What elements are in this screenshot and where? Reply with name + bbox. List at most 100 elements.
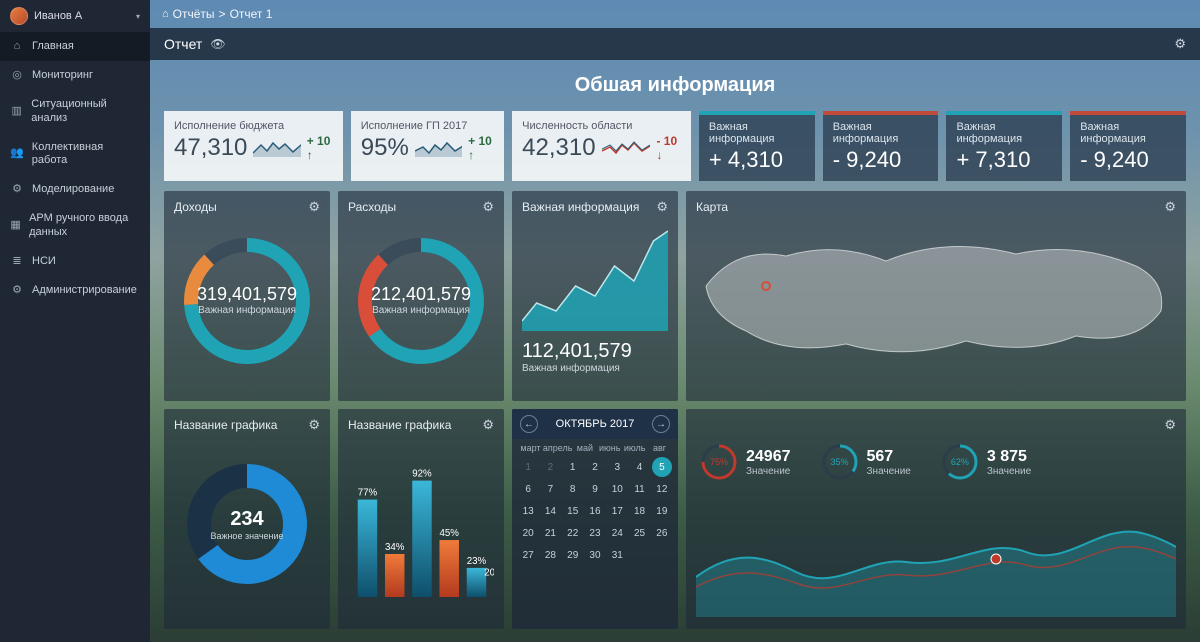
home-icon[interactable]: ⌂ (162, 8, 169, 20)
infocard-value: + 7,310 (956, 147, 1052, 173)
kpi-value: 95% (361, 134, 409, 162)
cal-month-label[interactable]: июль (622, 443, 647, 453)
grid-icon: ▦ (10, 219, 21, 232)
cal-day[interactable]: 8 (563, 479, 583, 499)
cal-day[interactable]: 3 (607, 457, 627, 477)
kpi-pop[interactable]: Численность области 42,310 - 10 ↓ (512, 111, 691, 181)
crumb-current: Отчет 1 (230, 7, 273, 21)
cal-day[interactable]: 2 (585, 457, 605, 477)
user-name: Иванов А (34, 10, 130, 22)
kpi-budget[interactable]: Исполнение бюджета 47,310 + 10 ↑ (164, 111, 343, 181)
cal-day[interactable]: 16 (585, 501, 605, 521)
cal-day[interactable]: 5 (652, 457, 672, 477)
cal-month-label[interactable]: июнь (597, 443, 622, 453)
crumb-root[interactable]: Отчёты (173, 7, 215, 21)
cal-day[interactable]: 13 (518, 501, 538, 521)
cal-day[interactable]: 14 (540, 501, 560, 521)
cal-next[interactable]: → (652, 415, 670, 433)
cal-day[interactable]: 17 (607, 501, 627, 521)
nav-modeling[interactable]: ⚙ Моделирование (0, 175, 150, 204)
nav-arm[interactable]: ▦ АРМ ручного ввода данных (0, 204, 150, 246)
nav-label: Мониторинг (32, 69, 93, 82)
cal-month-label[interactable]: май (572, 443, 597, 453)
kpi-gp[interactable]: Исполнение ГП 2017 95% + 10 ↑ (351, 111, 504, 181)
nav-label: Коллективная работа (32, 141, 140, 167)
cal-day[interactable]: 18 (629, 501, 649, 521)
card-title: Карта (696, 200, 728, 214)
cal-day[interactable]: 6 (518, 479, 538, 499)
cal-day[interactable]: 20 (518, 523, 538, 543)
gear-icon[interactable]: ⚙ (656, 199, 668, 215)
cal-day[interactable]: 25 (629, 523, 649, 543)
svg-text:23%: 23% (467, 556, 487, 567)
nav-label: Моделирование (32, 183, 114, 196)
cal-day[interactable]: 31 (607, 545, 627, 565)
gear-icon[interactable]: ⚙ (1164, 417, 1176, 433)
cal-day[interactable]: 2 (540, 457, 560, 477)
cal-month-label[interactable]: апрель (543, 443, 573, 453)
infocard-3[interactable]: Важная информация+ 7,310 (946, 111, 1062, 181)
nav-sitanalysis[interactable]: ▥Ситуационный анализ (0, 90, 150, 132)
cal-day[interactable]: 19 (652, 501, 672, 521)
nav-collab[interactable]: 👥Коллективная работа (0, 133, 150, 175)
cal-day[interactable]: 1 (563, 457, 583, 477)
gear-icon: ⚙ (10, 183, 24, 196)
infocard-value: - 9,240 (1080, 147, 1176, 173)
cal-day[interactable]: 11 (629, 479, 649, 499)
cal-month-label[interactable]: авг (647, 443, 672, 453)
nav-monitoring[interactable]: ◎ Мониторинг (0, 61, 150, 90)
cal-day[interactable]: 10 (607, 479, 627, 499)
donut-sub: Важная информация (197, 305, 297, 316)
calendar-grid[interactable]: 1212345678910111213141516171819202122232… (512, 455, 678, 571)
cal-day[interactable]: 15 (563, 501, 583, 521)
cal-day[interactable]: 30 (585, 545, 605, 565)
crumb-sep: > (219, 7, 226, 21)
cal-day[interactable]: 26 (652, 523, 672, 543)
cal-day[interactable]: 4 (629, 457, 649, 477)
infocard-1[interactable]: Важная информация+ 4,310 (699, 111, 815, 181)
nav-label: АРМ ручного ввода данных (29, 212, 140, 238)
gear-icon[interactable]: ⚙ (1164, 199, 1176, 215)
cal-day[interactable]: 1 (518, 457, 538, 477)
card-expense: Расходы⚙ 212,401,579Важная информация (338, 191, 504, 401)
nav-admin[interactable]: ⚙Администрирование (0, 276, 150, 305)
cal-day[interactable]: 21 (540, 523, 560, 543)
svg-text:77%: 77% (358, 488, 378, 499)
cal-day[interactable]: 7 (540, 479, 560, 499)
gear-icon[interactable]: ⚙ (1174, 36, 1186, 52)
gear-icon[interactable]: ⚙ (482, 417, 494, 433)
map[interactable] (696, 221, 1176, 381)
gear-icon[interactable]: ⚙ (308, 417, 320, 433)
cal-day[interactable]: 12 (652, 479, 672, 499)
infocard-4[interactable]: Важная информация- 9,240 (1070, 111, 1186, 181)
cal-day[interactable]: 29 (563, 545, 583, 565)
cal-day[interactable]: 22 (563, 523, 583, 543)
eye-icon[interactable]: 👁 (210, 37, 225, 51)
nav-nsi[interactable]: ≣НСИ (0, 247, 150, 276)
main: ⌂ Отчёты > Отчет 1 Отчет 👁 ⚙ Обшая инфор… (150, 0, 1200, 642)
sidebar: Иванов А ▾ ⌂Главная ◎ Мониторинг ▥Ситуаци… (0, 0, 150, 642)
card-title: Важная информация (522, 200, 639, 214)
gear-icon[interactable]: ⚙ (308, 199, 320, 215)
cal-day[interactable]: 23 (585, 523, 605, 543)
chart-point[interactable] (991, 554, 1001, 564)
cal-prev[interactable]: ← (520, 415, 538, 433)
area-value: 112,401,579 (522, 340, 668, 363)
cal-day[interactable]: 28 (540, 545, 560, 565)
sparkline-icon (415, 139, 462, 157)
nav-main[interactable]: ⌂Главная (0, 32, 150, 61)
gear-icon: ⚙ (10, 284, 24, 297)
card-title: Название графика (348, 418, 451, 432)
infocard-2[interactable]: Важная информация- 9,240 (823, 111, 939, 181)
svg-text:92%: 92% (412, 469, 432, 480)
home-icon: ⌂ (10, 40, 24, 53)
user-menu[interactable]: Иванов А ▾ (0, 0, 150, 32)
cal-month-label[interactable]: март (518, 443, 543, 453)
cal-day[interactable]: 27 (518, 545, 538, 565)
bar-chart: 77%34%92%45%23%20% (348, 439, 494, 609)
target-icon: ◎ (10, 69, 24, 82)
cal-day[interactable]: 9 (585, 479, 605, 499)
gear-icon[interactable]: ⚙ (482, 199, 494, 215)
report-title: Отчет (164, 36, 202, 52)
cal-day[interactable]: 24 (607, 523, 627, 543)
